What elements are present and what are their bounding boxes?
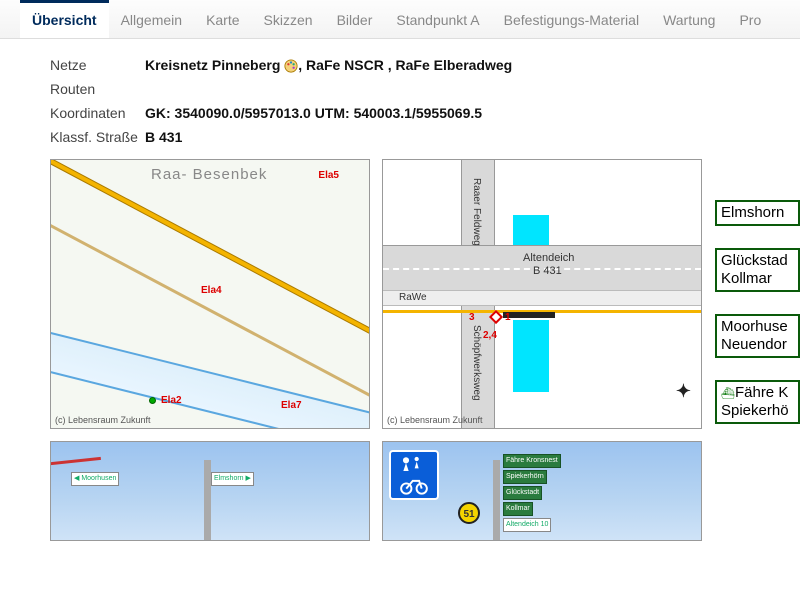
tab-bilder[interactable]: Bilder [325, 0, 385, 38]
photo2-sign-c: Glückstadt [503, 486, 542, 500]
photo2-sign-b: Spiekerhörn [503, 470, 547, 484]
tab-allgemein[interactable]: Allgemein [109, 0, 194, 38]
map-label-ela7: Ela7 [281, 400, 302, 411]
meta-grid: Netze Kreisnetz Pinneberg , RaFe NSCR , … [50, 57, 772, 145]
diagram-building-south [513, 320, 549, 392]
map-label-ela4: Ela4 [201, 285, 222, 296]
tab-befestigung[interactable]: Befestigungs-Material [492, 0, 651, 38]
diagram-label-north-road: Raaer Feldweg [471, 178, 482, 246]
photo2-sign-d: Kollmar [503, 502, 533, 516]
thumbnail-map[interactable]: Raa- Besenbek Ela5 Ela4 Ela2 Ela7 (c) Le… [50, 159, 370, 429]
compass-icon: ✦ [676, 381, 691, 402]
diagram-label-main-ref: B 431 [533, 265, 562, 277]
destination-box[interactable]: Elmshorn [715, 200, 800, 226]
destination-panel: Elmshorn Glückstad Kollmar Moorhuse Neue… [715, 200, 800, 424]
label-koordinaten: Koordinaten [50, 105, 145, 121]
map-label-ela2: Ela2 [161, 395, 182, 406]
tab-wartung[interactable]: Wartung [651, 0, 727, 38]
diagram-label-south-road: Schöpfwerksweg [471, 325, 482, 401]
photo1-sign-right: Elmshorn ▶ [211, 472, 254, 486]
thumbnail-grid: Raa- Besenbek Ela5 Ela4 Ela2 Ela7 (c) Le… [50, 159, 772, 541]
map-road-main [50, 159, 370, 357]
photo2-sign-e: Altendeich 10 [503, 518, 551, 532]
diagram-label-main-name: Altendeich [523, 252, 574, 264]
photo2-sign-a: Fähre Kronsnest [503, 454, 561, 468]
value-routen [145, 81, 772, 97]
map-label-ela5: Ela5 [318, 170, 339, 181]
thumbnail-photo-1[interactable]: ◀ Moorhusen Elmshorn ▶ [50, 441, 370, 541]
label-netze: Netze [50, 57, 145, 73]
photo1-sign-left: ◀ Moorhusen [71, 472, 119, 486]
tab-pro[interactable]: Pro [727, 0, 773, 38]
signpost-icon [204, 460, 211, 540]
diagram-marker-3: 3 [469, 312, 475, 323]
diagram-credit: (c) Lebensraum Zukunft [387, 415, 483, 425]
diagram-building-north [513, 215, 549, 245]
thumbnail-diagram[interactable]: Raaer Feldweg Schöpfwerksweg Altendeich … [382, 159, 702, 429]
tab-bar: Übersicht Allgemein Karte Skizzen Bilder… [0, 0, 800, 39]
diagram-label-rawe: RaWe [399, 292, 427, 303]
ferry-icon: ⛴ [721, 388, 735, 400]
map-credit: (c) Lebensraum Zukunft [55, 415, 151, 425]
map-point-icon [149, 397, 156, 404]
label-routen: Routen [50, 81, 145, 97]
tab-standpunkt-a[interactable]: Standpunkt A [384, 0, 491, 38]
value-koordinaten: GK: 3540090.0/5957013.0 UTM: 540003.1/59… [145, 105, 772, 121]
diagram-marker-24: 2,4 [483, 330, 497, 341]
map-town-label: Raa- Besenbek [151, 166, 267, 183]
content-area: Netze Kreisnetz Pinneberg , RaFe NSCR , … [0, 39, 800, 541]
palette-icon [284, 59, 298, 73]
destination-box[interactable]: ⛴Fähre K Spiekerhö [715, 380, 800, 424]
tab-karte[interactable]: Karte [194, 0, 251, 38]
map-river [50, 325, 370, 429]
value-netze: Kreisnetz Pinneberg , RaFe NSCR , RaFe E… [145, 57, 772, 73]
diagram-side-road [383, 290, 701, 306]
thumbnail-photo-2[interactable]: Fähre Kronsnest Spiekerhörn Glückstadt K… [382, 441, 702, 541]
tab-uebersicht[interactable]: Übersicht [20, 0, 109, 38]
destination-box[interactable]: Glückstad Kollmar [715, 248, 800, 292]
signpost-icon [493, 460, 500, 540]
diagram-marker-1: 1 [505, 312, 511, 323]
value-klassf: B 431 [145, 129, 772, 145]
tab-skizzen[interactable]: Skizzen [252, 0, 325, 38]
destination-box[interactable]: Moorhuse Neuendor [715, 314, 800, 358]
pedestrian-bike-sign-icon [389, 450, 439, 500]
label-klassf: Klassf. Straße [50, 129, 145, 145]
